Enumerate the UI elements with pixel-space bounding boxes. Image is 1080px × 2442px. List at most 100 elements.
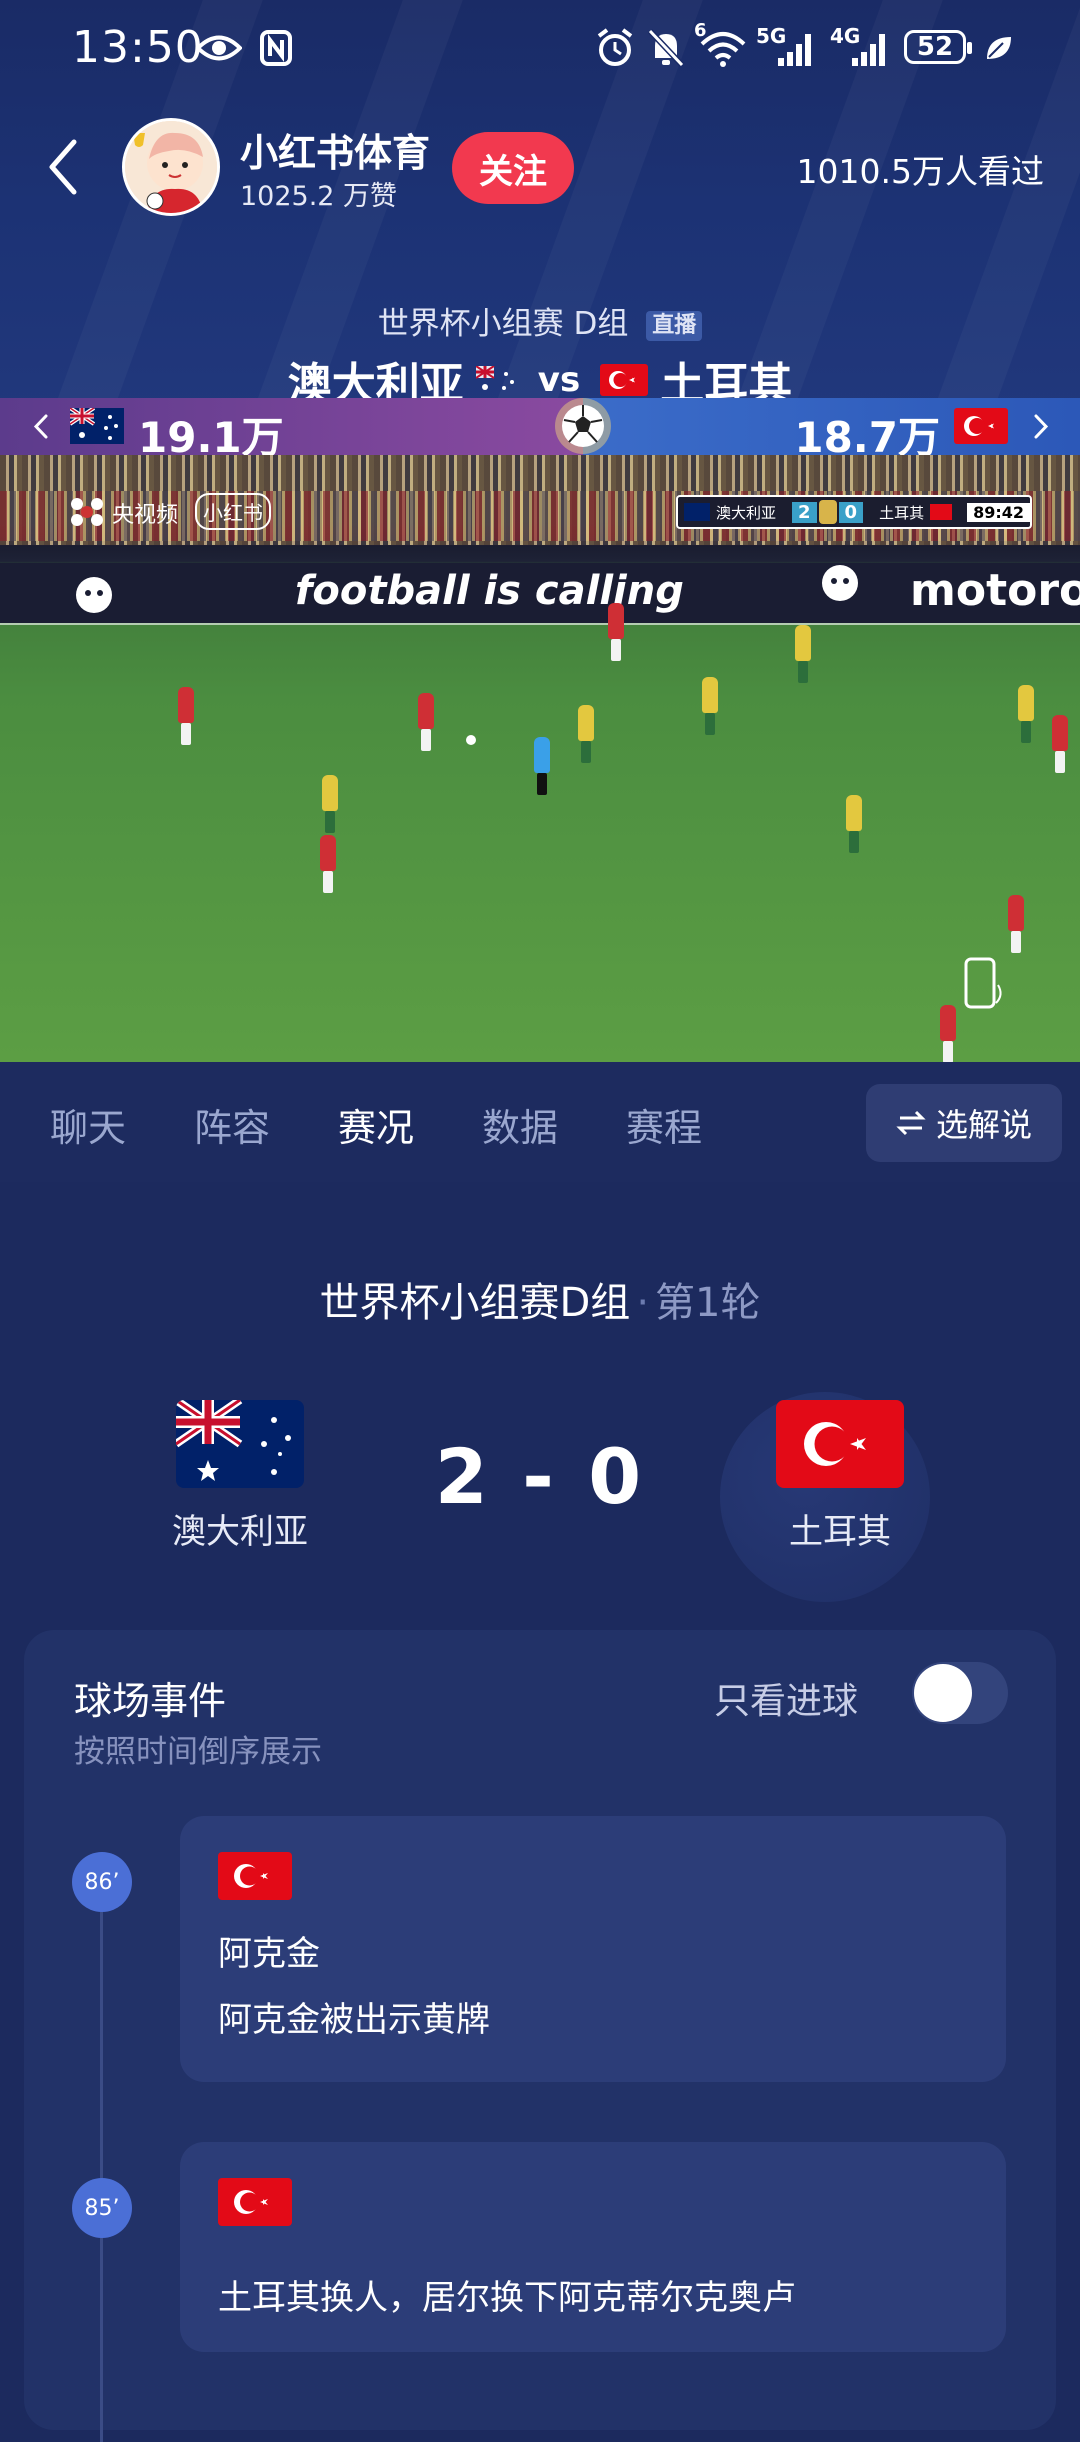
round-label: 第1轮 [655, 1280, 761, 1326]
tv-scorebug: 澳大利亚 2 0 土耳其 89:42 [676, 495, 1032, 529]
scoreboard-panel: 世界杯小组赛D组 · 第1轮 澳大利亚 2 - 0 土耳其 [0, 1182, 1080, 1622]
support-right[interactable]: 18.7万 [583, 398, 1080, 455]
cctv-logo-icon [68, 495, 106, 533]
event-minute: 85’ [72, 2178, 132, 2238]
scorebug-clock: 89:42 [967, 502, 1030, 522]
watermark-xhs: 小红书 [195, 493, 271, 530]
host-avatar[interactable] [122, 118, 220, 216]
events-subtitle: 按照时间倒序展示 [74, 1734, 322, 1770]
turkey-flag-icon [600, 364, 649, 396]
match-subtitle: 世界杯小组赛 D组 直播 [0, 298, 1080, 343]
leaf-icon [982, 28, 1014, 68]
match-stage: 世界杯小组赛 D组 [377, 306, 629, 342]
vs-label: vs [537, 360, 581, 400]
nfc-icon [258, 28, 294, 68]
tab-stats[interactable]: 数据 [482, 1097, 558, 1152]
australia-flag-icon [684, 503, 710, 521]
player [846, 795, 862, 853]
battery-icon: 52 [904, 30, 972, 64]
player [1052, 715, 1068, 773]
support-left-count: 19.1万 [138, 413, 284, 455]
player [702, 677, 718, 735]
scorebug-team-b: 土耳其 [879, 503, 925, 522]
wifi-6-label: 6 [694, 20, 707, 41]
only-goals-label: 只看进球 [714, 1681, 859, 1722]
scorebug-score-a: 2 [792, 501, 817, 523]
choose-commentary-button[interactable]: 选解说 [866, 1084, 1062, 1162]
timeline-line [100, 1882, 103, 2442]
signal-4g-icon: 4G [830, 24, 896, 68]
tab-lineup[interactable]: 阵容 [194, 1097, 270, 1152]
scoreboard-title: 世界杯小组赛D组 · 第1轮 [319, 1280, 761, 1326]
host-likes: 1025.2 万赞 [240, 181, 398, 212]
match-events-card: 球场事件 按照时间倒序展示 只看进球 86’ 阿克金 阿克金被出示黄牌 85’ … [24, 1630, 1056, 2442]
player [1008, 895, 1024, 953]
live-badge: 直播 [646, 310, 703, 341]
player [940, 1005, 956, 1062]
live-video-player[interactable]: football is calling motoro 央视频 小红书 澳大利亚 … [0, 455, 1080, 1062]
choose-commentary-label: 选解说 [935, 1106, 1032, 1144]
ad-board-text: football is calling [295, 568, 684, 614]
player [795, 625, 811, 683]
live-header: 13:50 6 5G 4G 52 小红书体育 1025.2 万赞 关注 1010… [0, 0, 1080, 455]
scorebug-team-a: 澳大利亚 [716, 503, 777, 522]
touchline [0, 623, 1080, 625]
status-time: 13:50 [72, 22, 204, 73]
turkey-flag-icon [218, 2178, 292, 2226]
chevron-right-icon [1034, 414, 1049, 439]
chevron-left-icon [49, 139, 77, 195]
toggle-knob [914, 1664, 972, 1722]
follow-button[interactable]: 关注 [452, 132, 574, 204]
only-goals-toggle[interactable] [912, 1662, 1008, 1724]
events-title: 球场事件 [74, 1679, 227, 1723]
group-name: 世界杯小组赛D组 [319, 1280, 631, 1326]
signal-5g-icon: 5G [756, 24, 820, 68]
turkey-flag-icon [930, 504, 953, 520]
player [418, 693, 434, 751]
tab-live-status[interactable]: 赛况 [338, 1097, 414, 1152]
tab-schedule[interactable]: 赛程 [626, 1097, 702, 1152]
ad-board-brand: motoro [910, 565, 1080, 616]
soccer-ball-icon [553, 396, 613, 455]
watermark-cctv: 央视频 [112, 503, 179, 528]
chevron-left-icon [33, 414, 48, 439]
referee [534, 737, 550, 795]
wifi-icon: 6 [694, 20, 750, 68]
player [178, 687, 194, 745]
player [322, 775, 338, 833]
mascot-icon [820, 563, 860, 607]
event-card[interactable]: 阿克金 阿克金被出示黄牌 [180, 1816, 1006, 2082]
event-player: 阿克金 [218, 1934, 320, 1974]
host-name[interactable]: 小红书体育 [240, 122, 430, 177]
support-bar: 19.1万 18.7万 [0, 398, 1080, 455]
player [1018, 685, 1034, 743]
turkey-flag-icon [218, 1852, 292, 1900]
event-minute: 86’ [72, 1852, 132, 1912]
rotate-screen-icon[interactable] [962, 955, 1006, 1011]
back-button[interactable] [40, 132, 88, 202]
australia-flag-icon [475, 366, 518, 394]
support-right-count: 18.7万 [794, 413, 940, 455]
match-ball [466, 735, 476, 745]
turkey-flag-icon [776, 1400, 904, 1488]
event-card[interactable]: 土耳其换人，居尔换下阿克蒂尔克奥卢 [180, 2142, 1006, 2352]
status-bar: 13:50 6 5G 4G 52 [0, 0, 1080, 100]
tab-bar: 聊天 阵容 赛况 数据 赛程 选解说 [0, 1062, 1080, 1182]
viewer-count: 1010.5万人看过 [796, 152, 1044, 191]
tab-chat[interactable]: 聊天 [50, 1097, 126, 1152]
mute-icon [646, 28, 686, 68]
player [608, 603, 624, 661]
world-cup-trophy-icon [818, 500, 837, 524]
australia-flag-icon [70, 408, 124, 444]
mascot-icon [74, 575, 114, 619]
alarm-icon [594, 28, 636, 68]
event-description: 阿克金被出示黄牌 [218, 2000, 490, 2040]
support-left[interactable]: 19.1万 [0, 398, 612, 455]
scorebug-score-b: 0 [838, 501, 864, 523]
swap-icon [896, 1110, 926, 1136]
player [578, 705, 594, 763]
turkey-flag-icon [953, 408, 1008, 444]
away-team-name: 土耳其 [789, 1512, 891, 1552]
eye-icon [196, 28, 242, 68]
event-description: 土耳其换人，居尔换下阿克蒂尔克奥卢 [218, 2278, 796, 2318]
